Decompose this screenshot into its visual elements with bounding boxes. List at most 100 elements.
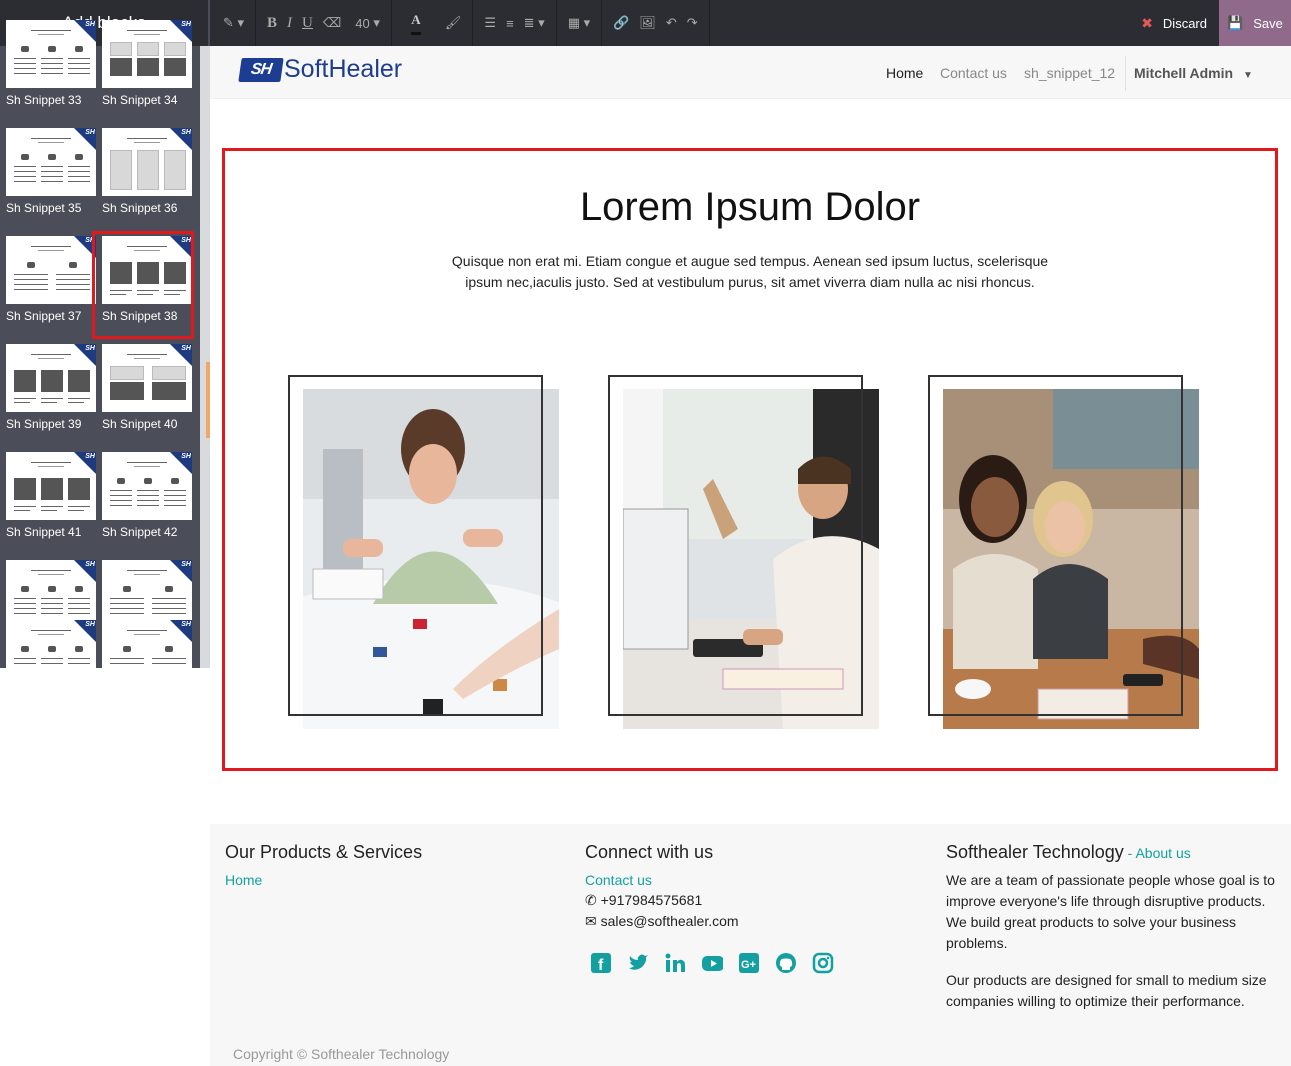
snippet-preview: SH [6,128,96,196]
image-card[interactable] [288,375,560,731]
redo-icon[interactable]: ↷ [682,0,703,46]
underline-button[interactable]: U [297,0,318,46]
user-name: Mitchell Admin [1134,65,1234,81]
undo-icon[interactable]: ↶ [661,0,682,46]
close-icon: ✖ [1141,14,1153,31]
instagram-icon[interactable] [812,952,834,974]
sidebar-scrollbar[interactable] [200,46,210,668]
snippet-badge-text: SH [85,453,95,460]
snippet-badge-text: SH [85,561,95,568]
snippet-preview: SH [6,620,96,668]
footer-about-paragraph-1: We are a team of passionate people whose… [946,872,1275,951]
website-navbar: SH SoftHealer Home Contact us sh_snippet… [210,46,1291,99]
social-icons: f G+ [590,952,849,974]
selected-snippet-block[interactable]: Lorem Ipsum Dolor Quisque non erat mi. E… [222,148,1278,771]
footer-connect-heading: Connect with us [585,842,714,862]
card-frame [608,375,863,716]
snippets-sidebar: Add blocks SH Sh Snippet 33 SH Sh Snippe… [0,0,210,668]
snippet-thumbnail[interactable]: SH Sh Snippet 37 [0,236,96,343]
bold-button[interactable]: B [262,0,282,46]
snippet-selection-highlight [92,231,194,339]
snippet-label: Sh Snippet 33 [6,93,82,107]
snippet-thumbnail[interactable]: SH Sh Snippet 39 [0,344,96,451]
youtube-icon[interactable] [701,952,723,974]
snippet-badge-text: SH [85,621,95,628]
table-dropdown-icon[interactable]: ▦ ▾ [563,0,595,46]
snippet-preview: SH [6,452,96,520]
logo-mark: SH [238,57,284,82]
text-color-button[interactable]: A [398,0,434,46]
snippet-badge-text: SH [181,453,191,460]
logo-wordmark: SoftHealer [284,55,403,83]
card-frame [288,375,543,716]
snippet-label: Sh Snippet 35 [6,201,82,215]
snippet-label: Sh Snippet 39 [6,417,82,431]
save-button[interactable]: 💾 Save [1219,0,1291,46]
snippet-thumbnail[interactable]: SH Sh Snippet 33 [0,20,96,127]
snippet-thumbnail[interactable]: SH Sh Snippet 38 [92,231,194,343]
company-name: Softhealer Technology [946,842,1124,862]
image-card[interactable] [928,375,1200,731]
font-size-dropdown[interactable]: 40 ▾ [350,0,385,46]
sidebar-scroll-thumb[interactable] [206,362,210,438]
footer-about-link[interactable]: About us [1135,845,1190,861]
github-icon[interactable] [775,952,797,974]
save-label: Save [1253,15,1283,31]
snippet-thumbnail[interactable]: SH Sh Snippet 40 [96,344,192,451]
twitter-icon[interactable] [627,952,649,974]
footer-contact-link[interactable]: Contact us [585,872,652,888]
site-logo[interactable]: SH SoftHealer [238,55,403,84]
snippet-thumbnail[interactable]: SH Sh Snippet 35 [0,128,96,235]
image-icon[interactable]: 🖼 [634,0,661,46]
block-paragraph[interactable]: Quisque non erat mi. Etiam congue et aug… [440,251,1060,293]
discard-label: Discard [1162,15,1207,31]
save-icon: 💾 [1227,15,1244,30]
editor-toolbar: ✎ ▾ B I U ⌫ 40 ▾ A 🖌 ☰ ≡ ≣ ▾ ▦ ▾ 🔗 🖼 ↶ ↷… [210,0,1291,46]
toolbar-divider [601,0,603,46]
snippet-badge-text: SH [85,21,95,28]
snippet-badge-text: SH [181,21,191,28]
svg-text:f: f [598,957,604,974]
image-card[interactable] [608,375,880,731]
facebook-icon[interactable]: f [590,952,612,974]
eraser-icon[interactable]: ⌫ [318,0,346,46]
linkedin-icon[interactable] [664,952,686,974]
nav-home-link[interactable]: Home [886,65,923,81]
snippet-badge-text: SH [181,345,191,352]
envelope-icon: ✉ [585,913,597,929]
snippet-thumbnail[interactable]: SH [0,620,96,668]
snippet-badge-text: SH [181,561,191,568]
snippet-preview: SH [6,236,96,304]
footer-email[interactable]: ✉ sales@softhealer.com [585,911,739,932]
snippet-thumbnail[interactable]: SH Sh Snippet 36 [96,128,192,235]
snippet-thumbnail[interactable]: SH Sh Snippet 41 [0,452,96,559]
user-menu[interactable]: Mitchell Admin ▼ [1134,65,1253,81]
snippet-thumbnail[interactable]: SH [96,620,192,668]
snippet-badge-text: SH [181,129,191,136]
block-title[interactable]: Lorem Ipsum Dolor [225,185,1275,230]
snippet-preview: SH [102,344,192,412]
numbered-list-icon[interactable]: ≡ [501,0,519,46]
toolbar-divider [708,0,710,46]
link-icon[interactable]: 🔗 [608,0,634,46]
snippet-label: Sh Snippet 34 [102,93,178,107]
paint-brush-icon[interactable]: 🖌 [440,0,467,46]
google-plus-icon[interactable]: G+ [738,952,760,974]
footer-home-link[interactable]: Home [225,872,262,888]
magic-wand-icon[interactable]: ✎ ▾ [218,0,249,46]
snippet-label: Sh Snippet 42 [102,525,178,539]
align-dropdown-icon[interactable]: ≣ ▾ [519,0,550,46]
italic-button[interactable]: I [282,0,297,46]
nav-snippet-link[interactable]: sh_snippet_12 [1024,65,1115,81]
discard-button[interactable]: ✖ Discard [1129,0,1219,46]
snippet-preview: SH [102,620,192,668]
snippet-preview: SH [6,344,96,412]
chevron-down-icon: ▼ [1242,70,1253,81]
nav-contact-link[interactable]: Contact us [940,65,1007,81]
card-frame [928,375,1183,716]
snippet-thumbnail[interactable]: SH Sh Snippet 42 [96,452,192,559]
snippet-thumbnail[interactable]: SH Sh Snippet 34 [96,20,192,127]
toolbar-divider [255,0,257,46]
font-size-value: 40 [355,15,370,31]
bullet-list-icon[interactable]: ☰ [479,0,501,46]
